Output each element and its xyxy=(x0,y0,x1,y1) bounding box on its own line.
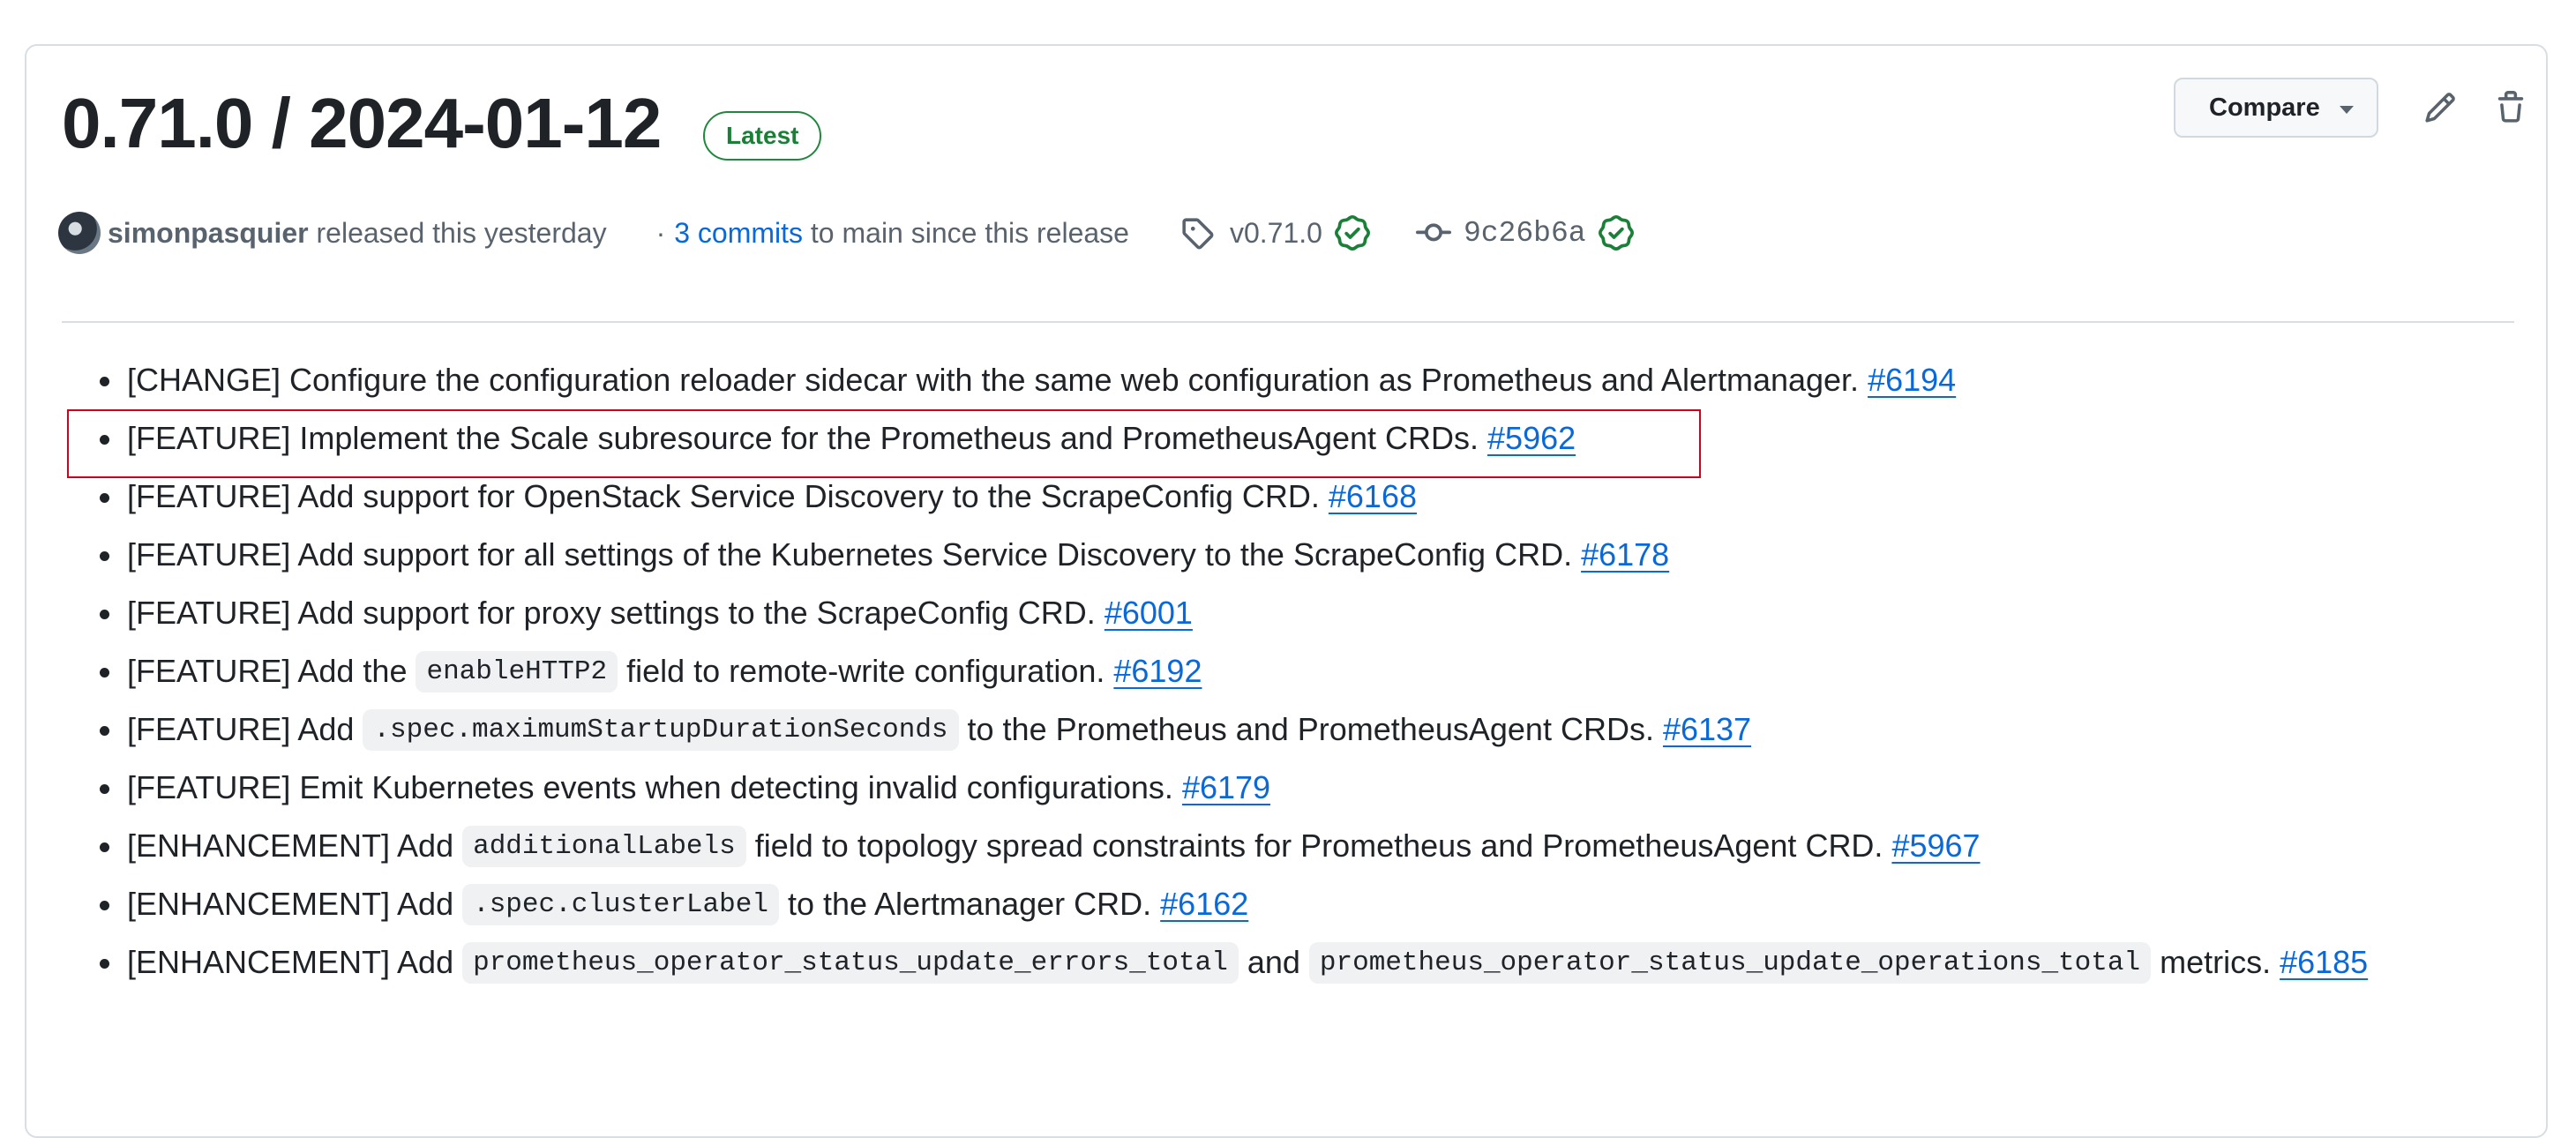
divider xyxy=(62,321,2514,323)
note-text: field to topology spread constraints for… xyxy=(754,827,1883,864)
trash-icon xyxy=(2497,91,2524,123)
inline-code: additionalLabels xyxy=(462,825,746,867)
pr-link[interactable]: #6179 xyxy=(1182,769,1270,806)
commit-icon xyxy=(1415,223,1451,242)
pr-link[interactable]: #6192 xyxy=(1113,653,1202,690)
delete-button[interactable] xyxy=(2488,85,2534,131)
list-item: [FEATURE] Add support for all settings o… xyxy=(62,526,2368,584)
list-item: [FEATURE] Add support for proxy settings… xyxy=(62,584,2368,642)
list-item: [ENHANCEMENT] Add prometheus_operator_st… xyxy=(62,933,2368,992)
list-item: [ENHANCEMENT] Add additionalLabels field… xyxy=(62,817,2368,875)
released-text: released this yesterday xyxy=(308,216,607,249)
list-item: [FEATURE] Emit Kubernetes events when de… xyxy=(62,759,2368,817)
commits-link[interactable]: 3 commits xyxy=(674,217,803,250)
pr-link[interactable]: #6178 xyxy=(1581,536,1669,573)
inline-code: .spec.clusterLabel xyxy=(462,883,779,925)
note-text: [ENHANCEMENT] Add xyxy=(127,886,454,922)
note-text: [FEATURE] Add support for OpenStack Serv… xyxy=(127,478,1320,514)
note-text: and xyxy=(1247,944,1300,980)
inline-code: .spec.maximumStartupDurationSeconds xyxy=(363,708,959,751)
note-text: [FEATURE] Add support for proxy settings… xyxy=(127,595,1096,631)
note-text: [FEATURE] Emit Kubernetes events when de… xyxy=(127,769,1173,805)
inline-code: prometheus_operator_status_update_operat… xyxy=(1308,941,2152,984)
list-item: [FEATURE] Add .spec.maximumStartupDurati… xyxy=(62,700,2368,759)
edit-pencil-icon xyxy=(2425,93,2455,123)
pr-link[interactable]: #5967 xyxy=(1891,827,1980,865)
inline-code: prometheus_operator_status_update_errors… xyxy=(462,941,1239,984)
tag-icon xyxy=(1182,218,1214,250)
note-text: to the Alertmanager CRD. xyxy=(787,886,1152,922)
note-text: [ENHANCEMENT] Add xyxy=(127,944,454,980)
note-text: [FEATURE] Add xyxy=(127,711,355,747)
note-text: field to remote-write configuration. xyxy=(626,653,1105,689)
meta-separator: · xyxy=(655,216,666,249)
compare-button[interactable]: Compare xyxy=(2174,78,2378,138)
list-item: [FEATURE] Add the enableHTTP2 field to r… xyxy=(62,642,2368,700)
highlight-box xyxy=(67,409,1701,478)
latest-badge: Latest xyxy=(703,111,822,161)
pr-link[interactable]: #6162 xyxy=(1160,886,1248,923)
note-text: to the Prometheus and PrometheusAgent CR… xyxy=(967,711,1654,747)
list-item: [ENHANCEMENT] Add .spec.clusterLabel to … xyxy=(62,875,2368,933)
note-text: metrics. xyxy=(2160,944,2272,980)
pr-link[interactable]: #6168 xyxy=(1329,478,1417,515)
chevron-down-icon xyxy=(2340,106,2354,114)
compare-button-label: Compare xyxy=(2209,93,2320,122)
avatar[interactable] xyxy=(58,212,101,254)
verified-check-icon xyxy=(1598,215,1634,251)
note-text: [FEATURE] Add support for all settings o… xyxy=(127,536,1573,573)
release-title: 0.71.0 / 2024-01-12 xyxy=(62,84,662,162)
note-text: [ENHANCEMENT] Add xyxy=(127,827,454,864)
pr-link[interactable]: #6001 xyxy=(1105,595,1193,632)
pr-link[interactable]: #6194 xyxy=(1868,362,1956,399)
release-meta: simonpasquier released this yesterday · … xyxy=(58,208,1634,258)
tag-link[interactable]: v0.71.0 xyxy=(1230,217,1322,250)
note-text: [FEATURE] Add the xyxy=(127,653,408,689)
list-item: [CHANGE] Configure the configuration rel… xyxy=(62,351,2368,409)
inline-code: enableHTTP2 xyxy=(416,650,618,693)
pr-link[interactable]: #6137 xyxy=(1663,711,1751,748)
verified-check-icon xyxy=(1334,215,1370,251)
commit-hash-link[interactable]: 9c26b6a xyxy=(1464,217,1586,250)
author-link[interactable]: simonpasquier xyxy=(108,217,309,250)
commits-suffix: to main since this release xyxy=(803,216,1129,249)
note-text: [CHANGE] Configure the configuration rel… xyxy=(127,362,1860,398)
pr-link[interactable]: #6185 xyxy=(2280,944,2368,981)
edit-button[interactable] xyxy=(2417,85,2463,131)
